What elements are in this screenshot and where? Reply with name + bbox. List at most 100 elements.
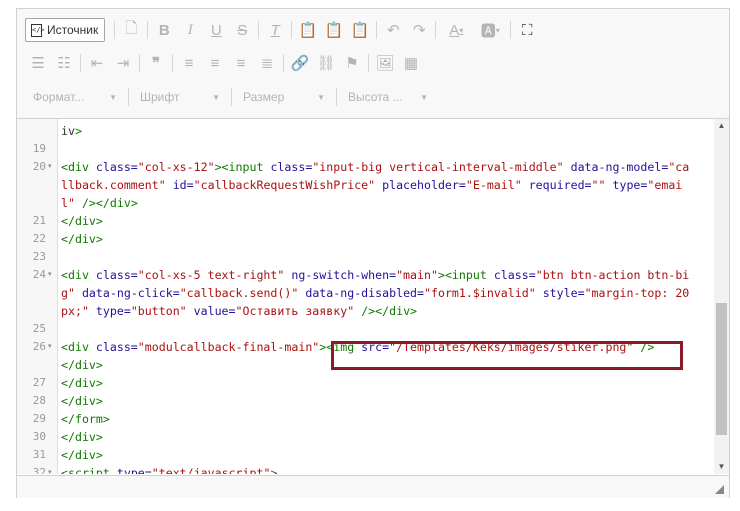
code-line[interactable]: 20 ▾ <div class="col-xs-12"><input class="… [17, 158, 714, 176]
paste-word-icon[interactable]: 📋 [347, 18, 373, 42]
line-height-combo[interactable]: Высота ... ▼ [340, 85, 436, 109]
toolbar-separator [139, 54, 140, 72]
code-text: g" data-ng-click="callback.send()" data-… [61, 286, 690, 300]
source-button[interactable]: </> Источник [25, 18, 106, 42]
toolbar-separator [510, 21, 512, 39]
code-line[interactable]: 29 </form> [17, 410, 714, 428]
code-text: iv> [61, 124, 82, 138]
code-line[interactable]: 21 </div> [17, 212, 714, 230]
code-text: <div class="col-xs-12"><input class="inp… [61, 160, 690, 174]
scroll-up-icon[interactable]: ▲ [714, 119, 729, 133]
chevron-down-icon: ▼ [212, 92, 220, 102]
code-line[interactable]: 25 [17, 320, 714, 338]
code-text: </div> [61, 232, 103, 246]
code-text: <div class="col-xs-5 text-right" ng-swit… [61, 268, 690, 282]
italic-icon[interactable]: I [177, 18, 203, 42]
toolbar-separator [114, 21, 116, 39]
source-code-area[interactable]: iv> 19 20 ▾ <div class="col-xs-12"><input cl… [17, 119, 729, 474]
line-number: 21 [32, 214, 46, 227]
toolbar-separator [172, 54, 173, 72]
chevron-down-icon: ▼ [420, 92, 428, 102]
line-number: 26 [32, 340, 46, 353]
code-line[interactable]: g" data-ng-click="callback.send()" data-… [17, 284, 714, 302]
code-line[interactable]: 22 </div> [17, 230, 714, 248]
toolbar-separator [128, 88, 129, 106]
paste-text-icon[interactable]: 📋 [321, 18, 347, 42]
toolbar-separator [258, 21, 260, 39]
bulleted-list-icon[interactable]: ☷ [51, 51, 77, 75]
numbered-list-icon[interactable]: ☰ [25, 51, 51, 75]
code-line[interactable]: 19 [17, 140, 714, 158]
code-line[interactable]: </div> [17, 356, 714, 374]
code-text: </div> [61, 358, 103, 372]
vertical-scrollbar[interactable]: ▲ ▼ [714, 119, 729, 474]
code-line[interactable]: px;" type="button" value="Оставить заявк… [17, 302, 714, 320]
line-number: 29 [32, 412, 46, 425]
resize-handle-icon[interactable] [715, 485, 724, 494]
font-combo[interactable]: Шрифт ▼ [132, 85, 228, 109]
text-color-icon[interactable]: A ▾ [439, 18, 473, 42]
paste-icon[interactable]: 📋 [295, 18, 321, 42]
outdent-icon[interactable]: ⇤ [84, 51, 110, 75]
remove-format-icon[interactable]: T [262, 18, 288, 42]
code-line[interactable]: llback.comment" id="callbackRequestWishP… [17, 176, 714, 194]
redo-icon[interactable]: ↷ [406, 18, 432, 42]
scrollbar-thumb[interactable] [716, 303, 727, 435]
unlink-icon[interactable]: ⛓ [313, 51, 339, 75]
fold-arrow-icon[interactable]: ▾ [48, 464, 52, 474]
code-text: </div> [61, 214, 103, 228]
blockquote-icon[interactable]: ❞ [143, 51, 169, 75]
maximize-icon[interactable]: ⛶ [514, 18, 540, 42]
code-lines: iv> 19 20 ▾ <div class="col-xs-12"><input cl… [17, 119, 714, 474]
indent-icon[interactable]: ⇥ [110, 51, 136, 75]
anchor-icon[interactable]: ⚑ [339, 51, 365, 75]
toolbar-separator [283, 54, 284, 72]
strike-icon[interactable]: S [229, 18, 255, 42]
toolbar-separator [291, 21, 293, 39]
toolbar-separator [368, 54, 369, 72]
code-line[interactable]: iv> [17, 122, 714, 140]
fold-arrow-icon[interactable]: ▾ [48, 266, 52, 284]
table-icon[interactable]: ▦ [398, 51, 424, 75]
align-left-icon[interactable]: ≡ [176, 51, 202, 75]
size-combo[interactable]: Размер ▼ [235, 85, 333, 109]
underline-icon[interactable]: U [203, 18, 229, 42]
toolbar-separator [147, 21, 149, 39]
bg-color-icon[interactable]: 🅰 ▾ [473, 18, 507, 42]
align-justify-icon[interactable]: ≣ [254, 51, 280, 75]
code-line[interactable]: 27 </div> [17, 374, 714, 392]
fold-arrow-icon[interactable]: ▾ [48, 158, 52, 176]
scroll-down-icon[interactable]: ▼ [714, 460, 729, 474]
new-page-icon[interactable]: 🗋 [118, 18, 144, 42]
code-line[interactable]: 28 </div> [17, 392, 714, 410]
fold-arrow-icon[interactable]: ▾ [48, 338, 52, 356]
format-combo-label: Формат... [33, 90, 85, 104]
image-icon[interactable]: 🖼 [372, 51, 398, 75]
align-center-icon[interactable]: ≡ [202, 51, 228, 75]
link-icon[interactable]: 🔗 [287, 51, 313, 75]
bold-icon[interactable]: B [151, 18, 177, 42]
toolbar-separator [376, 21, 378, 39]
html-editor: </> Источник 🗋 B I U S T 📋 📋 📋 ↶ ↷ A ▾ 🅰… [16, 8, 730, 498]
code-text: </form> [61, 412, 110, 426]
code-line[interactable]: 30 </div> [17, 428, 714, 446]
code-line[interactable]: 26 ▾ <div class="modulcallback-final-main"… [17, 338, 714, 356]
format-combo[interactable]: Формат... ▼ [25, 85, 125, 109]
line-number: 19 [32, 142, 46, 155]
code-line[interactable]: 23 [17, 248, 714, 266]
toolbar-separator [336, 88, 337, 106]
line-number: 28 [32, 394, 46, 407]
code-text: </div> [61, 394, 103, 408]
undo-icon[interactable]: ↶ [380, 18, 406, 42]
code-line[interactable]: 24 ▾ <div class="col-xs-5 text-right" ng-s… [17, 266, 714, 284]
editor-toolbar: </> Источник 🗋 B I U S T 📋 📋 📋 ↶ ↷ A ▾ 🅰… [17, 9, 729, 119]
code-line[interactable]: 32 ▾ <script type="text/javascript"> [17, 464, 714, 474]
code-line[interactable]: l" /></div> [17, 194, 714, 212]
align-right-icon[interactable]: ≡ [228, 51, 254, 75]
line-number: 30 [32, 430, 46, 443]
code-line[interactable]: 31 </div> [17, 446, 714, 464]
code-text: l" /></div> [61, 196, 138, 210]
code-text: <div class="modulcallback-final-main"><i… [61, 340, 655, 354]
toolbar-row-2: ☰ ☷ ⇤ ⇥ ❞ ≡ ≡ ≡ ≣ 🔗 ⛓ ⚑ 🖼 ▦ [25, 50, 424, 76]
line-number: 31 [32, 448, 46, 461]
